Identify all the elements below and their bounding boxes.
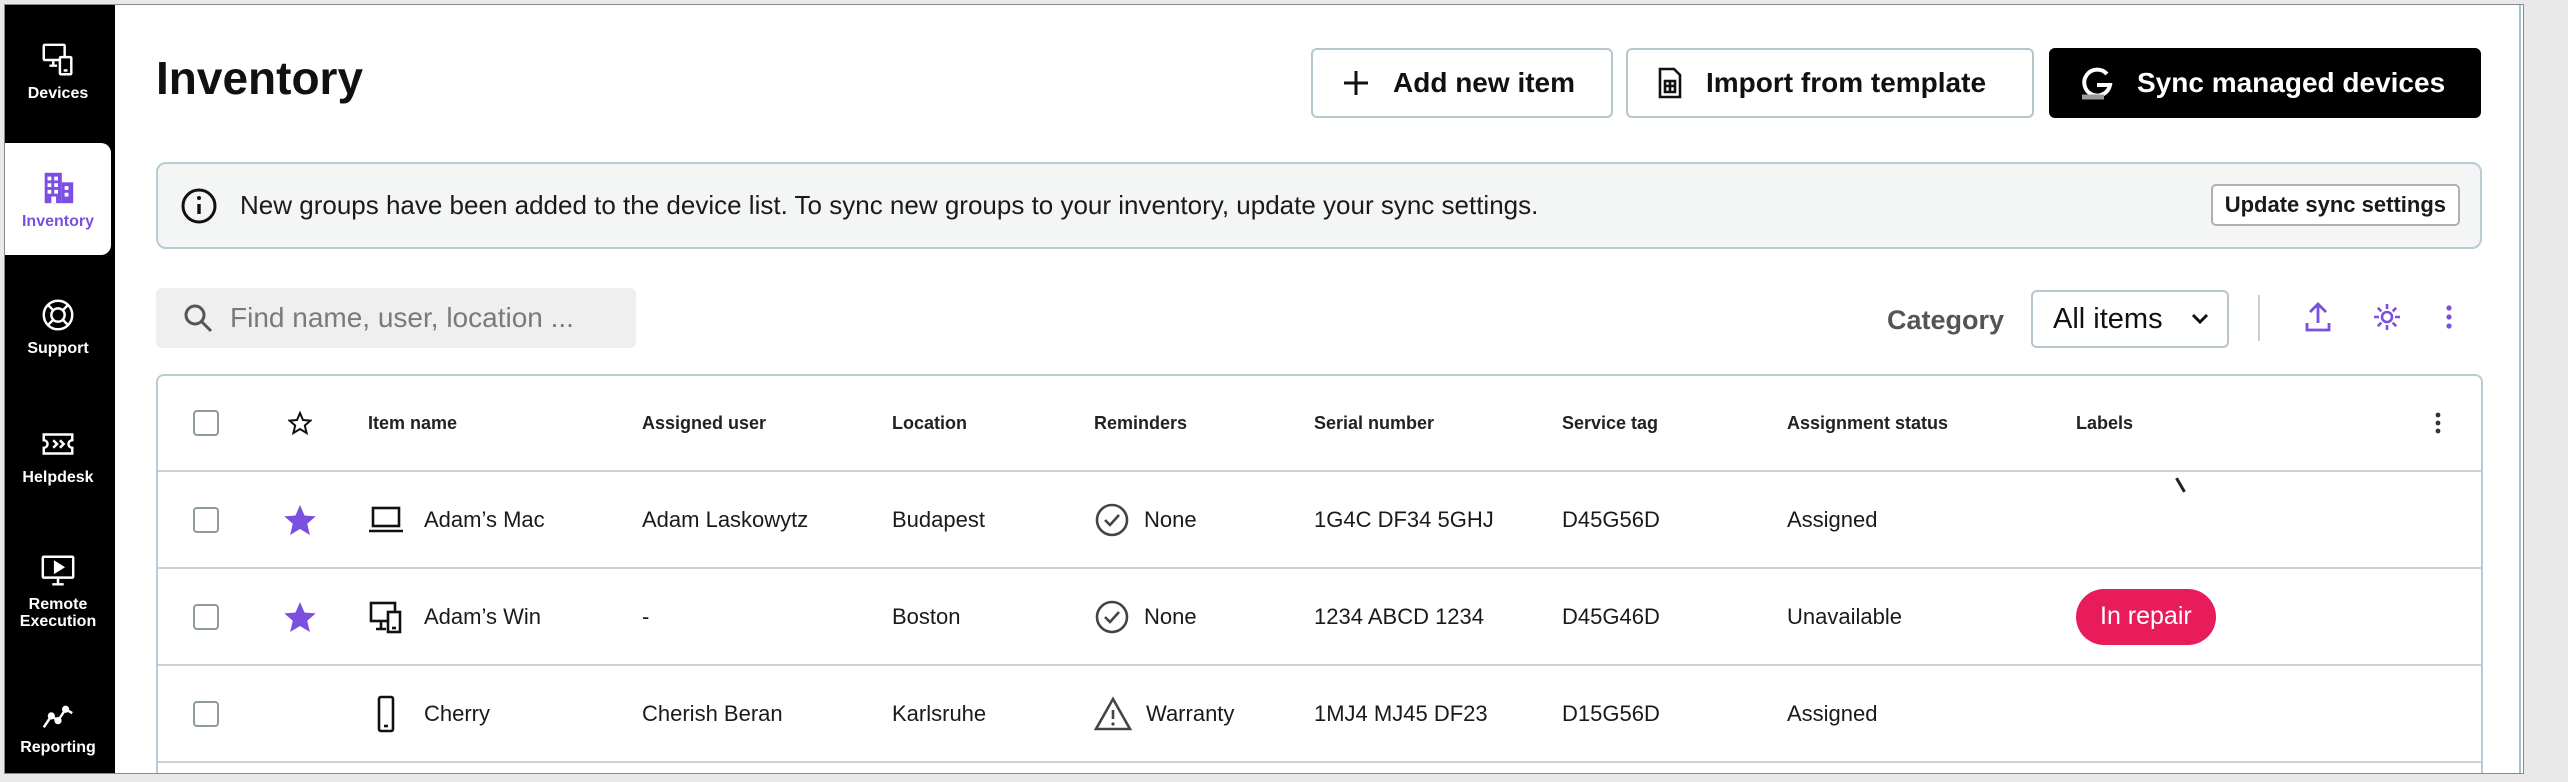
line-chart-icon [42, 705, 73, 728]
plus-icon [1344, 71, 1368, 95]
col-item-name[interactable]: Item name [368, 376, 457, 470]
nav-label: Inventory [21, 212, 94, 230]
check-circle-icon [1095, 503, 1129, 536]
col-assigned-user[interactable]: Assigned user [642, 376, 766, 470]
reminder: None [1144, 603, 1197, 629]
reminder: Warranty [1146, 700, 1235, 726]
table-row[interactable]: Cherry Cherish Beran Karlsruhe Warranty … [158, 666, 2481, 763]
row-checkbox[interactable] [193, 603, 219, 630]
nav-label: Remote Execution [19, 596, 97, 630]
app-window: Devices Inventory Support Helpdesk Remot… [4, 4, 2524, 774]
phone-icon [377, 695, 395, 732]
import-from-template-button[interactable]: Import from template [1626, 48, 2034, 118]
google-g-icon [2082, 67, 2113, 100]
column-menu-icon[interactable] [2433, 410, 2443, 436]
nav-label: Helpdesk [22, 468, 94, 486]
category-label: Category [1887, 305, 2005, 335]
label-badge[interactable]: In repair [2076, 588, 2216, 645]
page-title: Inventory [156, 52, 364, 104]
star-filled-icon[interactable] [282, 599, 318, 635]
update-sync-settings-button[interactable]: Update sync settings [2210, 184, 2460, 226]
search-input[interactable] [230, 302, 610, 334]
nav-helpdesk[interactable]: Helpdesk [5, 399, 111, 511]
inventory-table: Item name Assigned user Location Reminde… [156, 374, 2483, 773]
upload-icon[interactable] [2303, 301, 2333, 333]
sync-managed-devices-button[interactable]: Sync managed devices [2049, 48, 2481, 118]
row-checkbox[interactable] [193, 506, 219, 533]
building-icon [44, 172, 74, 203]
gear-icon[interactable] [2371, 301, 2403, 333]
nav-devices[interactable]: Devices [5, 15, 111, 127]
service-tag: D15G56D [1562, 700, 1660, 726]
add-new-item-label: Add new item [1393, 67, 1576, 98]
reminder: None [1144, 506, 1197, 532]
star-outline-icon[interactable] [288, 411, 312, 435]
assignment-status: Assigned [1787, 506, 1878, 532]
location: Budapest [892, 506, 985, 532]
col-reminders[interactable]: Reminders [1094, 376, 1187, 470]
serial-number: 1234 ABCD 1234 [1314, 603, 1485, 629]
search-box [156, 288, 636, 348]
monitor-play-icon [41, 555, 75, 586]
nav-inventory[interactable]: Inventory [5, 143, 111, 255]
item-name[interactable]: Adam’s Mac [424, 507, 545, 533]
chevron-down-icon [2191, 313, 2209, 325]
serial-number: 1MJ4 MJ45 DF23 [1314, 700, 1488, 726]
nav-label: Reporting [20, 738, 96, 756]
col-location[interactable]: Location [892, 376, 967, 470]
col-service-tag[interactable]: Service tag [1562, 376, 1658, 470]
item-name[interactable]: Adam’s Win [424, 604, 541, 630]
devices-icon [42, 43, 73, 75]
item-name[interactable]: Cherry [424, 701, 490, 727]
nav-support[interactable]: Support [5, 270, 111, 382]
nav-label: Devices [27, 84, 89, 102]
ticket-icon [42, 432, 74, 455]
col-labels[interactable]: Labels [2076, 376, 2133, 470]
service-tag: D45G46D [1562, 603, 1660, 629]
col-assignment-status[interactable]: Assignment status [1787, 376, 1948, 470]
laptop-icon [369, 506, 403, 532]
banner-message: New groups have been added to the device… [240, 190, 1539, 220]
row-checkbox[interactable] [193, 700, 219, 727]
sync-notice-banner: New groups have been added to the device… [156, 162, 2482, 249]
sync-managed-devices-label: Sync managed devices [2137, 67, 2446, 98]
table-row[interactable]: Adam’s Mac Adam Laskowytz Budapest None … [158, 472, 2481, 569]
category-select[interactable]: All items [2031, 290, 2229, 348]
spreadsheet-icon [1658, 67, 1682, 99]
serial-number: 1G4C DF34 5GHJ [1314, 506, 1494, 532]
nav-remote-execution[interactable]: Remote Execution [5, 535, 111, 647]
lifebuoy-icon [42, 299, 74, 330]
col-serial-number[interactable]: Serial number [1314, 376, 1434, 470]
star-filled-icon[interactable] [282, 502, 318, 538]
table-row[interactable]: Adam’s Win - Boston None 1234 ABCD 1234 … [158, 569, 2481, 666]
service-tag: D45G56D [1562, 506, 1660, 532]
location: Karlsruhe [892, 700, 987, 726]
search-icon [184, 304, 213, 333]
nav-label: Support [27, 339, 89, 357]
assigned-user: - [642, 603, 650, 629]
category-value: All items [2053, 302, 2163, 335]
import-from-template-label: Import from template [1706, 67, 1987, 98]
table-header-row: Item name Assigned user Location Reminde… [158, 376, 2481, 472]
nav-reporting[interactable]: Reporting [5, 669, 111, 773]
assigned-user: Adam Laskowytz [642, 506, 809, 532]
toolbar-divider [2258, 295, 2260, 341]
more-vertical-icon[interactable] [2443, 301, 2455, 333]
warning-icon [1094, 695, 1132, 730]
assignment-status: Assigned [1787, 700, 1878, 726]
scroll-edge [2519, 5, 2521, 773]
add-new-item-button[interactable]: Add new item [1311, 48, 1613, 118]
info-icon [181, 188, 217, 223]
location: Boston [892, 603, 961, 629]
desktop-icon [369, 601, 402, 633]
assignment-status: Unavailable [1787, 603, 1902, 629]
select-all-checkbox[interactable] [193, 410, 219, 436]
assigned-user: Cherish Beran [642, 700, 783, 726]
sidebar: Devices Inventory Support Helpdesk Remot… [5, 5, 115, 773]
check-circle-icon [1095, 600, 1129, 633]
